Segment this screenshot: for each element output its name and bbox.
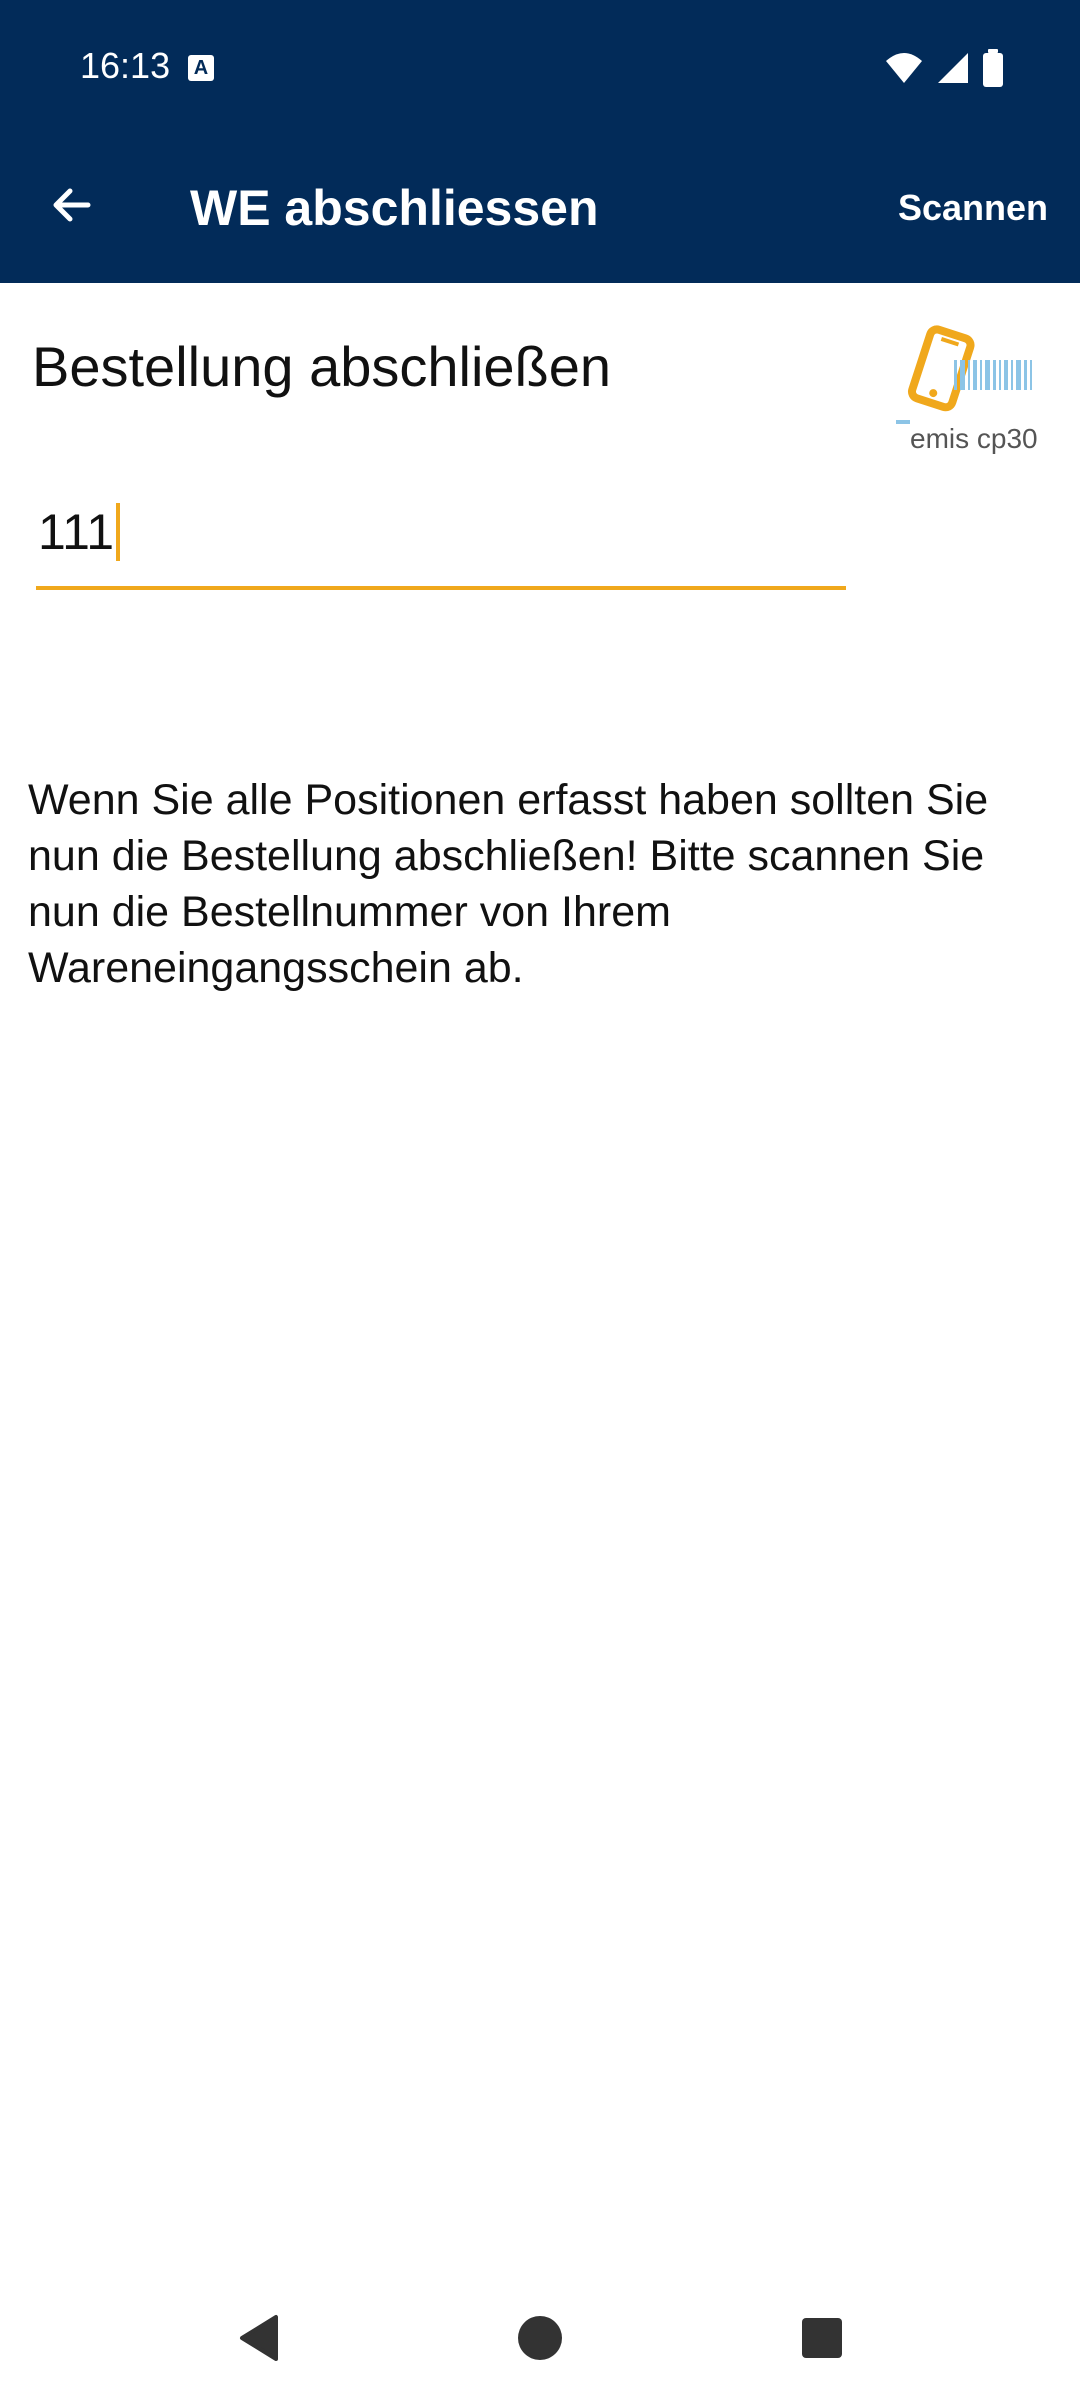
recents-square-icon — [802, 2318, 842, 2358]
scan-button[interactable]: Scannen — [898, 185, 1048, 231]
status-icons — [884, 48, 1004, 88]
system-nav-bar — [0, 2270, 1080, 2400]
text-cursor — [116, 503, 121, 561]
app-title: WE abschliessen — [190, 180, 599, 236]
nav-recents-button[interactable] — [782, 2298, 862, 2378]
nav-home-button[interactable] — [500, 2298, 580, 2378]
order-number-value: 111 — [38, 500, 121, 564]
page-heading: Bestellung abschließen — [32, 335, 612, 398]
order-number-text: 111 — [38, 504, 115, 560]
logo-text: emis cp30 — [910, 423, 1038, 454]
status-bar: 16:13 A — [0, 0, 1080, 135]
wifi-icon — [886, 53, 922, 83]
app-bar: WE abschliessen Scannen — [0, 135, 1080, 283]
battery-icon — [983, 49, 1003, 87]
back-triangle-icon — [240, 2315, 278, 2361]
instructions-text: Wenn Sie alle Positionen erfasst haben s… — [28, 776, 989, 992]
phone-barcode-icon — [896, 325, 1032, 424]
status-time: 16:13 — [80, 45, 171, 86]
emis-logo: emis cp30 — [896, 324, 1046, 459]
nav-back-button[interactable] — [218, 2298, 298, 2378]
signal-icon — [938, 53, 968, 83]
order-number-field[interactable]: 111 — [36, 490, 846, 590]
home-circle-icon — [518, 2316, 562, 2360]
arrow-left-icon — [53, 188, 91, 222]
back-button[interactable] — [36, 169, 108, 241]
notification-a-icon: A — [188, 55, 214, 81]
